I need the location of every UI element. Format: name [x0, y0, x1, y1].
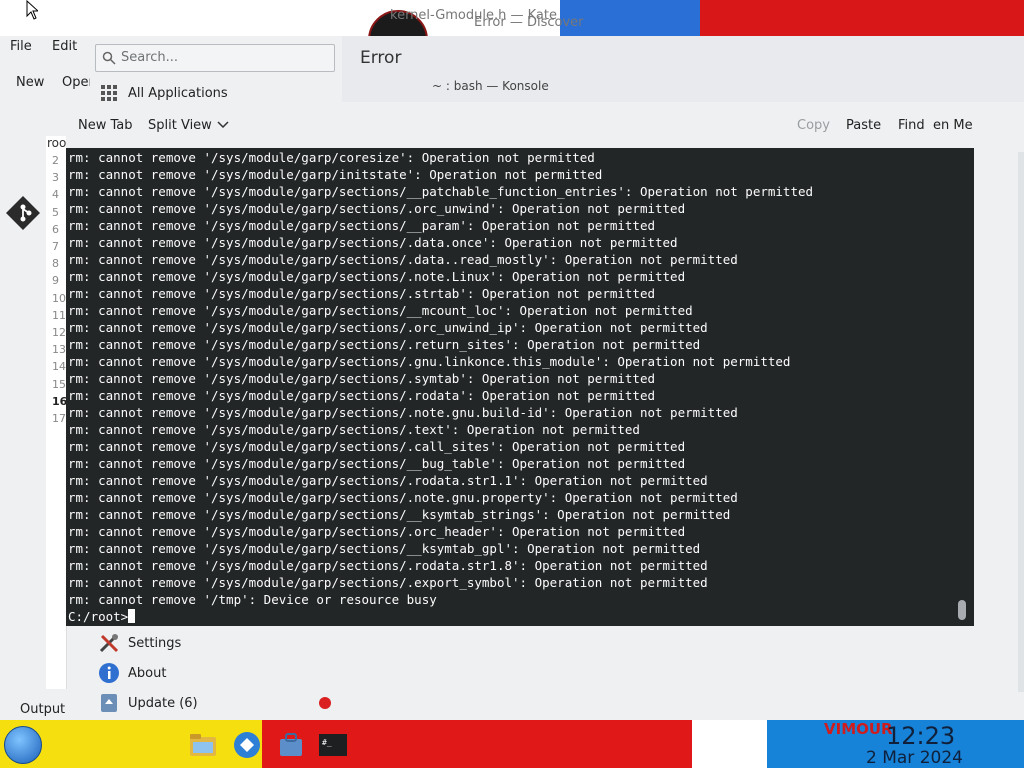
git-icon[interactable] — [6, 196, 40, 230]
grid-icon — [101, 85, 117, 101]
open-button[interactable]: Open — [62, 75, 90, 90]
settings-icon — [99, 634, 119, 653]
paste-button[interactable]: Paste — [846, 118, 881, 133]
line-number: 7 — [52, 240, 59, 253]
svg-text:#_: #_ — [322, 738, 332, 747]
terminal-line: rm: cannot remove '/sys/module/garp/sect… — [68, 201, 686, 216]
search-icon — [102, 51, 116, 65]
terminal-line: rm: cannot remove '/sys/module/garp/sect… — [68, 558, 708, 573]
launcher-item-label: All Applications — [128, 86, 228, 101]
kate-scrollbar[interactable] — [1018, 152, 1024, 692]
terminal-line: rm: cannot remove '/sys/module/garp/core… — [68, 150, 595, 165]
line-number: 17 — [52, 412, 66, 425]
terminal-line: rm: cannot remove '/sys/module/garp/sect… — [68, 456, 686, 471]
terminal-line: rm: cannot remove '/sys/module/garp/sect… — [68, 303, 693, 318]
terminal-line: rm: cannot remove '/sys/module/garp/sect… — [68, 422, 640, 437]
terminal-line: rm: cannot remove '/sys/module/garp/sect… — [68, 388, 655, 403]
line-number: 15 — [52, 377, 66, 391]
search-placeholder: Search... — [121, 50, 179, 65]
clock-time[interactable]: 12:23 — [886, 722, 955, 750]
terminal-line: rm: cannot remove '/sys/module/garp/sect… — [68, 507, 731, 522]
taskbar-wallpaper-white — [692, 720, 767, 768]
terminal-line: rm: cannot remove '/sys/module/garp/sect… — [68, 575, 708, 590]
terminal-line: rm: cannot remove '/sys/module/garp/sect… — [68, 371, 655, 386]
wallpaper-decoration: VIMOUR — [824, 720, 893, 738]
start-button[interactable] — [4, 726, 42, 764]
discover-icon[interactable] — [232, 730, 262, 760]
line-number: 6 — [52, 222, 59, 236]
terminal-line: rm: cannot remove '/sys/module/garp/sect… — [68, 490, 738, 505]
new-button[interactable]: New — [16, 75, 44, 90]
konsole-window-title: ~ : bash — Konsole — [432, 79, 549, 93]
file-manager-icon[interactable] — [188, 730, 218, 760]
launcher-item-label: Settings — [128, 636, 182, 651]
terminal-line: rm: cannot remove '/sys/module/garp/sect… — [68, 473, 708, 488]
terminal-line: rm: cannot remove '/sys/module/garp/sect… — [68, 320, 708, 335]
terminal-scrollbar[interactable] — [958, 600, 966, 620]
line-number: 4 — [52, 188, 59, 202]
line-number: 10 — [52, 291, 66, 305]
desktop-wallpaper-red — [700, 0, 1024, 36]
split-view-button[interactable]: Split View — [148, 118, 212, 133]
line-number: 14 — [52, 360, 66, 374]
update-badge — [319, 697, 331, 709]
page-title: Error — [360, 48, 402, 68]
document-root-label: roo — [47, 136, 67, 150]
terminal-line: rm: cannot remove '/sys/module/garp/sect… — [68, 405, 738, 420]
launcher-item-label: About — [128, 666, 167, 681]
line-number: 9 — [52, 274, 59, 288]
line-number: 8 — [52, 257, 59, 271]
line-number: 5 — [52, 205, 59, 219]
clock-date[interactable]: 2 Mar 2024 — [866, 748, 963, 768]
terminal-line: rm: cannot remove '/sys/module/garp/sect… — [68, 541, 701, 556]
copy-button[interactable]: Copy — [797, 118, 830, 133]
info-icon — [99, 663, 119, 683]
terminal-line: rm: cannot remove '/sys/module/garp/sect… — [68, 354, 791, 369]
menu-edit[interactable]: Edit — [52, 39, 77, 54]
menu-file[interactable]: File — [10, 39, 32, 54]
terminal-line: rm: cannot remove '/sys/module/garp/init… — [68, 167, 603, 182]
terminal-cursor — [128, 609, 136, 623]
new-tab-button[interactable]: New Tab — [78, 118, 133, 133]
terminal-prompt: C:/root> — [68, 609, 129, 624]
mouse-cursor-icon — [26, 0, 38, 20]
terminal-line: rm: cannot remove '/sys/module/garp/sect… — [68, 184, 814, 199]
update-icon — [101, 694, 117, 712]
line-number: 11 — [52, 308, 66, 322]
terminal-line: rm: cannot remove '/sys/module/garp/sect… — [68, 524, 686, 539]
software-store-icon[interactable] — [276, 730, 306, 760]
discover-window-title: Error — Discover — [474, 15, 584, 30]
chevron-down-icon[interactable] — [217, 121, 229, 129]
terminal-line: rm: cannot remove '/sys/module/garp/sect… — [68, 218, 655, 233]
terminal-line: rm: cannot remove '/sys/module/garp/sect… — [68, 337, 701, 352]
terminal-output[interactable]: rm: cannot remove '/sys/module/garp/core… — [66, 148, 974, 626]
terminal-line: rm: cannot remove '/tmp': Device or reso… — [68, 592, 437, 607]
launcher-item-label: Update (6) — [128, 696, 198, 711]
line-number: 3 — [52, 171, 59, 185]
line-number: 13 — [52, 343, 66, 357]
terminal-line: rm: cannot remove '/sys/module/garp/sect… — [68, 286, 655, 301]
find-button[interactable]: Find — [898, 118, 925, 133]
konsole-icon[interactable]: #_ — [318, 730, 348, 760]
terminal-line: rm: cannot remove '/sys/module/garp/sect… — [68, 252, 738, 267]
terminal-line: rm: cannot remove '/sys/module/garp/sect… — [68, 439, 686, 454]
line-number: 12 — [52, 326, 66, 339]
line-number: 2 — [52, 154, 59, 167]
output-tab[interactable]: Output — [20, 702, 65, 717]
terminal-line: rm: cannot remove '/sys/module/garp/sect… — [68, 235, 678, 250]
terminal-line: rm: cannot remove '/sys/module/garp/sect… — [68, 269, 686, 284]
hamburger-menu-button[interactable]: en Me — [933, 118, 973, 133]
